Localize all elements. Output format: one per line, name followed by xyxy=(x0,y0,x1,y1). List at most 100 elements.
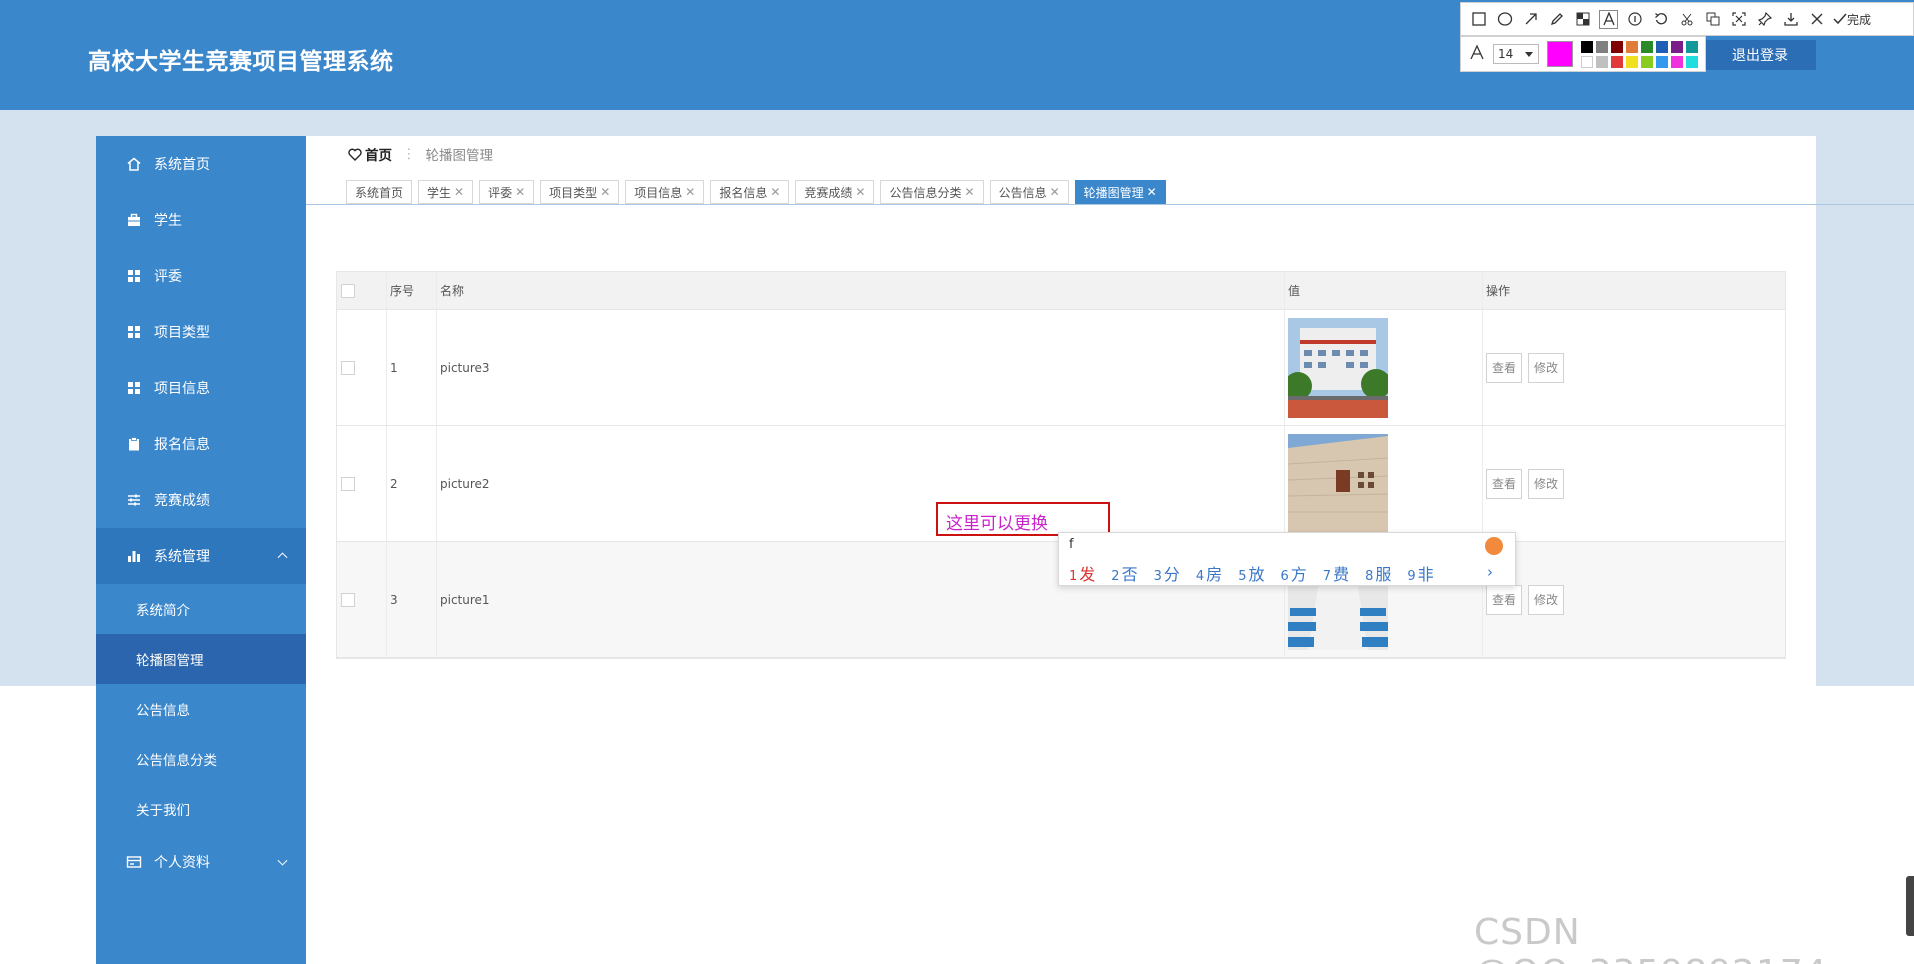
sidebar-item-registration[interactable]: 报名信息 xyxy=(96,416,306,472)
color-swatch[interactable] xyxy=(1626,40,1638,53)
rectangle-tool-icon[interactable] xyxy=(1469,10,1488,29)
color-swatch[interactable] xyxy=(1671,55,1683,68)
sidebar-item-judge[interactable]: 评委 xyxy=(96,248,306,304)
sidebar-item-scores[interactable]: 竞赛成绩 xyxy=(96,472,306,528)
ime-candidate[interactable]: 9非 xyxy=(1407,561,1433,585)
edit-button[interactable]: 修改 xyxy=(1528,352,1565,383)
tab-notice[interactable]: 公告信息 ✕ xyxy=(989,180,1069,204)
tab-registration[interactable]: 报名信息 ✕ xyxy=(710,180,790,204)
tab-judge[interactable]: 评委 ✕ xyxy=(479,180,535,204)
close-icon[interactable]: ✕ xyxy=(770,185,780,199)
sidebar-item-student[interactable]: 学生 xyxy=(96,192,306,248)
briefcase-icon xyxy=(126,212,142,228)
view-button[interactable]: 查看 xyxy=(1486,584,1523,615)
tab-project-type[interactable]: 项目类型 ✕ xyxy=(540,180,620,204)
edit-button[interactable]: 修改 xyxy=(1528,584,1565,615)
submenu-item-carousel[interactable]: 轮播图管理 xyxy=(96,634,306,684)
sidebar-item-label: 项目类型 xyxy=(154,325,210,341)
color-swatch[interactable] xyxy=(1641,55,1653,68)
ime-candidate[interactable]: 4房 xyxy=(1196,561,1222,585)
screenshot-toolbar: 完成 xyxy=(1460,2,1914,36)
pen-tool-icon[interactable] xyxy=(1547,10,1566,29)
ime-candidate[interactable]: 6方 xyxy=(1280,561,1306,585)
tab-student[interactable]: 学生 ✕ xyxy=(418,180,474,204)
number-tool-icon[interactable] xyxy=(1625,10,1644,29)
scissors-icon[interactable] xyxy=(1677,10,1696,29)
text-style-toolbar: 14 xyxy=(1460,36,1706,72)
close-icon[interactable]: ✕ xyxy=(1147,185,1157,199)
row-no: 1 xyxy=(387,310,437,425)
close-icon[interactable]: ✕ xyxy=(600,185,610,199)
color-swatch[interactable] xyxy=(1581,55,1593,68)
submenu-item-about[interactable]: 关于我们 xyxy=(96,784,306,834)
current-color-swatch[interactable] xyxy=(1547,41,1573,67)
view-button[interactable]: 查看 xyxy=(1486,352,1523,383)
grid-icon xyxy=(126,268,142,284)
annotation-textbox[interactable]: 这里可以更换 xyxy=(936,502,1110,536)
ime-candidate[interactable]: 5放 xyxy=(1238,561,1264,585)
side-widget-handle[interactable] xyxy=(1906,876,1914,936)
sidebar-item-system[interactable]: 系统管理 xyxy=(96,528,306,584)
close-icon[interactable]: ✕ xyxy=(855,185,865,199)
chevron-down-icon xyxy=(277,855,288,866)
ellipse-tool-icon[interactable] xyxy=(1495,10,1514,29)
tab-scores[interactable]: 竞赛成绩 ✕ xyxy=(795,180,875,204)
translate-icon[interactable] xyxy=(1703,10,1722,29)
ime-candidate[interactable]: 1发 xyxy=(1069,561,1095,585)
sidebar-item-home[interactable]: 系统首页 xyxy=(96,136,306,192)
close-icon[interactable]: ✕ xyxy=(1050,185,1060,199)
submenu-item-notice[interactable]: 公告信息 xyxy=(96,684,306,734)
close-icon[interactable]: ✕ xyxy=(454,185,464,199)
color-swatch[interactable] xyxy=(1671,40,1683,53)
mosaic-tool-icon[interactable] xyxy=(1573,10,1592,29)
text-tool-icon[interactable] xyxy=(1599,9,1618,29)
sidebar-item-profile[interactable]: 个人资料 xyxy=(96,834,306,890)
download-icon[interactable] xyxy=(1781,10,1800,29)
row-checkbox[interactable] xyxy=(341,360,355,375)
color-swatch[interactable] xyxy=(1596,55,1608,68)
font-size-select[interactable]: 14 xyxy=(1493,44,1539,64)
color-swatch[interactable] xyxy=(1596,40,1608,53)
color-swatch[interactable] xyxy=(1686,55,1698,68)
close-icon[interactable]: ✕ xyxy=(685,185,695,199)
undo-icon[interactable] xyxy=(1651,10,1670,29)
breadcrumb-home[interactable]: 首页 xyxy=(348,144,392,164)
tab-label: 竞赛成绩 xyxy=(804,185,853,200)
pin-icon[interactable] xyxy=(1755,10,1774,29)
tab-home[interactable]: 系统首页 xyxy=(346,180,413,204)
sidebar-item-project-info[interactable]: 项目信息 xyxy=(96,360,306,416)
ime-candidate[interactable]: 7费 xyxy=(1323,561,1349,585)
submenu-item-notice-category[interactable]: 公告信息分类 xyxy=(96,734,306,784)
app-title: 高校大学生竞赛项目管理系统 xyxy=(88,49,394,75)
arrow-tool-icon[interactable] xyxy=(1521,10,1540,29)
color-swatch[interactable] xyxy=(1626,55,1638,68)
ime-candidate[interactable]: 8服 xyxy=(1365,561,1391,585)
ime-next-page-icon[interactable]: › xyxy=(1487,563,1493,581)
close-icon[interactable]: ✕ xyxy=(515,185,525,199)
view-button[interactable]: 查看 xyxy=(1486,468,1523,499)
color-swatch[interactable] xyxy=(1686,40,1698,53)
color-swatch[interactable] xyxy=(1656,40,1668,53)
close-icon[interactable] xyxy=(1807,10,1826,29)
ime-candidate[interactable]: 3分 xyxy=(1154,561,1180,585)
row-checkbox[interactable] xyxy=(341,592,355,607)
ime-candidate[interactable]: 2否 xyxy=(1111,561,1137,585)
row-checkbox[interactable] xyxy=(341,476,355,491)
tab-project-info[interactable]: 项目信息 ✕ xyxy=(625,180,705,204)
done-button[interactable]: 完成 xyxy=(1833,11,1871,28)
color-swatch[interactable] xyxy=(1641,40,1653,53)
color-swatch[interactable] xyxy=(1581,40,1593,53)
tab-carousel[interactable]: 轮播图管理 ✕ xyxy=(1074,180,1166,204)
main-panel: 首页 ⋮ 轮播图管理 系统首页 学生 ✕ 评委 ✕ 项目类型 ✕ 项目信息 ✕ 报名信息… xyxy=(306,136,1914,686)
logout-button[interactable]: 退出登录 xyxy=(1704,40,1816,70)
color-swatch[interactable] xyxy=(1611,40,1623,53)
close-icon[interactable]: ✕ xyxy=(965,185,975,199)
select-all-checkbox[interactable] xyxy=(341,283,355,298)
edit-button[interactable]: 修改 xyxy=(1528,468,1565,499)
color-swatch[interactable] xyxy=(1656,55,1668,68)
long-screenshot-icon[interactable] xyxy=(1729,10,1748,29)
submenu-item-intro[interactable]: 系统简介 xyxy=(96,584,306,634)
color-swatch[interactable] xyxy=(1611,55,1623,68)
sidebar-item-project-type[interactable]: 项目类型 xyxy=(96,304,306,360)
tab-notice-category[interactable]: 公告信息分类 ✕ xyxy=(880,180,984,204)
